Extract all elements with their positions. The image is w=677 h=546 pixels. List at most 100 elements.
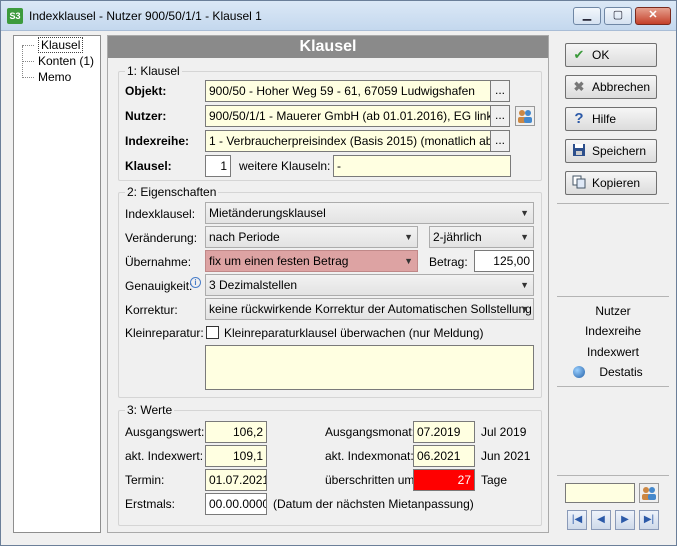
hilfe-button[interactable]: ? Hilfe [565, 107, 657, 131]
uebernahme-value: fix um einen festen Betrag [209, 254, 349, 268]
korrektur-label: Korrektur: [125, 303, 178, 317]
kleinreparatur-checkbox[interactable] [206, 326, 219, 339]
kopieren-label: Kopieren [592, 176, 641, 190]
indexklausel-value: Mietänderungsklausel [209, 206, 326, 220]
abbrechen-button[interactable]: ✖ Abbrechen [565, 75, 657, 99]
help-icon: ? [574, 110, 584, 127]
info-icon[interactable]: i [190, 277, 201, 288]
kleinreparatur-checkbox-label: Kleinreparaturklausel überwachen (nur Me… [224, 326, 484, 340]
ausgangsmonat-field[interactable]: 07.2019 [413, 421, 475, 443]
aktindexmonat-label: akt. Indexmonat: [325, 449, 414, 463]
periode-select[interactable]: 2-jährlich ▼ [429, 226, 534, 248]
link-indexreihe[interactable]: Indexreihe [557, 324, 669, 338]
ok-button[interactable]: ✔ OK [565, 43, 657, 67]
first-record-button[interactable]: |◀ [567, 510, 587, 530]
search-field[interactable] [565, 483, 635, 503]
main-panel: Klausel 1: Klausel Objekt: 900/50 - Hohe… [107, 35, 549, 533]
aktindexwert-field[interactable]: 109,1 [205, 445, 267, 467]
objekt-field[interactable]: 900/50 - Hoher Weg 59 - 61, 67059 Ludwig… [205, 80, 491, 102]
link-indexwert[interactable]: Indexwert [557, 345, 669, 359]
ausgangswert-label: Ausgangswert: [125, 425, 205, 439]
erstmals-note: (Datum der nächsten Mietanpassung) [273, 497, 474, 511]
indexklausel-select[interactable]: Mietänderungsklausel ▼ [205, 202, 534, 224]
window-title: Indexklausel - Nutzer 900/50/1/1 - Klaus… [29, 9, 262, 23]
maximize-button[interactable]: ▢ [604, 7, 632, 25]
kleinreparatur-memo[interactable] [205, 345, 534, 390]
weitere-klauseln-field[interactable]: - [333, 155, 511, 177]
page-title: Klausel [108, 36, 548, 58]
next-record-button[interactable]: ▶ [615, 510, 635, 530]
minimize-button[interactable]: ▁ [573, 7, 601, 25]
abbrechen-label: Abbrechen [592, 80, 651, 94]
betrag-label: Betrag: [429, 255, 468, 269]
tree-item-label: Konten (1) [38, 54, 95, 68]
klausel-label: Klausel: [125, 159, 172, 173]
divider [557, 203, 669, 204]
close-button[interactable]: ✕ [635, 7, 671, 25]
group-klausel: 1: Klausel Objekt: 900/50 - Hoher Weg 59… [118, 64, 542, 181]
chevron-down-icon: ▼ [404, 232, 413, 242]
veraenderung-value: nach Periode [209, 230, 280, 244]
ausgangswert-field[interactable]: 106,2 [205, 421, 267, 443]
indexreihe-browse-button[interactable]: ... [490, 130, 510, 152]
app-icon: S3 [7, 8, 23, 24]
globe-icon [573, 366, 586, 378]
korrektur-select[interactable]: keine rückwirkende Korrektur der Automat… [205, 298, 534, 320]
link-nutzer[interactable]: Nutzer [557, 304, 669, 318]
uebernahme-label: Übernahme: [125, 255, 192, 269]
copy-icon [571, 175, 587, 191]
uebernahme-select[interactable]: fix um einen festen Betrag ▼ [205, 250, 418, 272]
genauigkeit-value: 3 Dezimalstellen [209, 278, 298, 292]
divider [557, 475, 669, 476]
tree-item-label: Memo [38, 70, 72, 84]
indexklausel-label: Indexklausel: [125, 207, 196, 221]
korrektur-value: keine rückwirkende Korrektur der Automat… [209, 302, 532, 316]
nutzer-field[interactable]: 900/50/1/1 - Mauerer GmbH (ab 01.01.2016… [205, 105, 491, 127]
nutzer-browse-button[interactable]: ... [490, 105, 510, 127]
genauigkeit-select[interactable]: 3 Dezimalstellen ▼ [205, 274, 534, 296]
chevron-down-icon: ▼ [520, 208, 529, 218]
group-eigenschaften: 2: Eigenschaften Indexklausel: Mietänder… [118, 185, 542, 398]
chevron-down-icon: ▼ [520, 232, 529, 242]
speichern-button[interactable]: Speichern [565, 139, 657, 163]
veraenderung-select[interactable]: nach Periode ▼ [205, 226, 418, 248]
objekt-browse-button[interactable]: ... [490, 80, 510, 102]
divider [557, 386, 669, 387]
hilfe-label: Hilfe [592, 112, 617, 126]
group-title: 2: Eigenschaften [125, 185, 219, 199]
veraenderung-label: Veränderung: [125, 231, 198, 245]
users-icon[interactable] [639, 483, 659, 503]
previous-record-button[interactable]: ◀ [591, 510, 611, 530]
tree-item-memo[interactable]: Memo [20, 70, 71, 85]
betrag-field[interactable]: 125,00 [474, 250, 534, 272]
tree-item-klausel[interactable]: Klausel [20, 37, 84, 53]
termin-field[interactable]: 01.07.2021 [205, 469, 267, 491]
erstmals-label: Erstmals: [125, 497, 176, 511]
last-record-button[interactable]: ▶| [639, 510, 659, 530]
kopieren-button[interactable]: Kopieren [565, 171, 657, 195]
periode-value: 2-jährlich [433, 230, 482, 244]
users-icon[interactable] [515, 106, 535, 126]
title-bar[interactable]: S3 Indexklausel - Nutzer 900/50/1/1 - Kl… [1, 1, 676, 31]
speichern-label: Speichern [592, 144, 647, 158]
checkmark-icon: ✔ [573, 47, 585, 62]
link-destatis-label: Destatis [599, 365, 643, 379]
tree-item-label: Klausel [38, 37, 84, 53]
tree-item-konten[interactable]: Konten (1) [20, 54, 94, 69]
navigation-tree: Klausel Konten (1) Memo [13, 35, 101, 533]
erstmals-field[interactable]: 00.00.0000 [205, 493, 267, 515]
termin-label: Termin: [125, 473, 165, 487]
klausel-number-field[interactable]: 1 [205, 155, 231, 177]
ausgangsmonat-label: Ausgangsmonat: [325, 425, 416, 439]
link-destatis[interactable]: Destatis [557, 365, 669, 379]
aktindexwert-label: akt. Indexwert: [125, 449, 204, 463]
indexreihe-field[interactable]: 1 - Verbraucherpreisindex (Basis 2015) (… [205, 130, 491, 152]
chevron-down-icon: ▼ [520, 280, 529, 290]
ueberschritten-field[interactable]: 27 [413, 469, 475, 491]
indexreihe-label: Indexreihe: [125, 134, 190, 148]
aktindexmonat-text: Jun 2021 [481, 449, 531, 463]
chevron-down-icon: ▼ [404, 256, 413, 266]
aktindexmonat-field[interactable]: 06.2021 [413, 445, 475, 467]
chevron-down-icon: ▼ [520, 304, 529, 314]
genauigkeit-label: Genauigkeit: [125, 279, 193, 293]
